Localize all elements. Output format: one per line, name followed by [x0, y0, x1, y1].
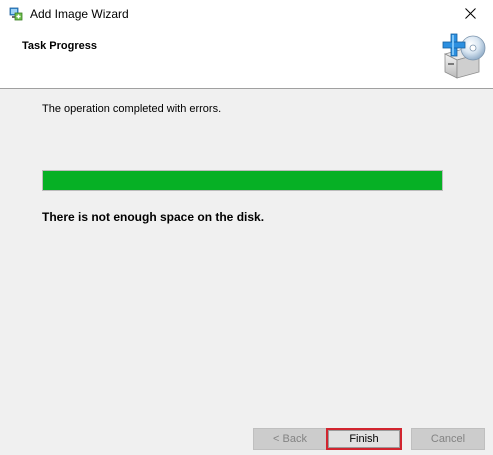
title-bar: Add Image Wizard	[0, 0, 493, 30]
close-button[interactable]	[447, 0, 493, 30]
progress-bar	[42, 170, 443, 191]
finish-button[interactable]: Finish	[326, 428, 402, 450]
error-message: There is not enough space on the disk.	[42, 210, 265, 224]
disk-add-icon	[437, 32, 487, 82]
wizard-app-icon	[8, 6, 24, 22]
finish-button-label: Finish	[328, 430, 400, 448]
cancel-button[interactable]: Cancel	[411, 428, 485, 450]
wizard-header: Task Progress	[0, 30, 493, 89]
back-button[interactable]: < Back	[253, 428, 327, 450]
window-title: Add Image Wizard	[30, 7, 129, 21]
close-icon	[464, 6, 476, 24]
progress-bar-fill	[43, 171, 442, 190]
page-title: Task Progress	[22, 40, 98, 52]
status-message: The operation completed with errors.	[42, 103, 222, 115]
add-image-wizard-window: Add Image Wizard Task Progress The opera…	[0, 0, 493, 455]
